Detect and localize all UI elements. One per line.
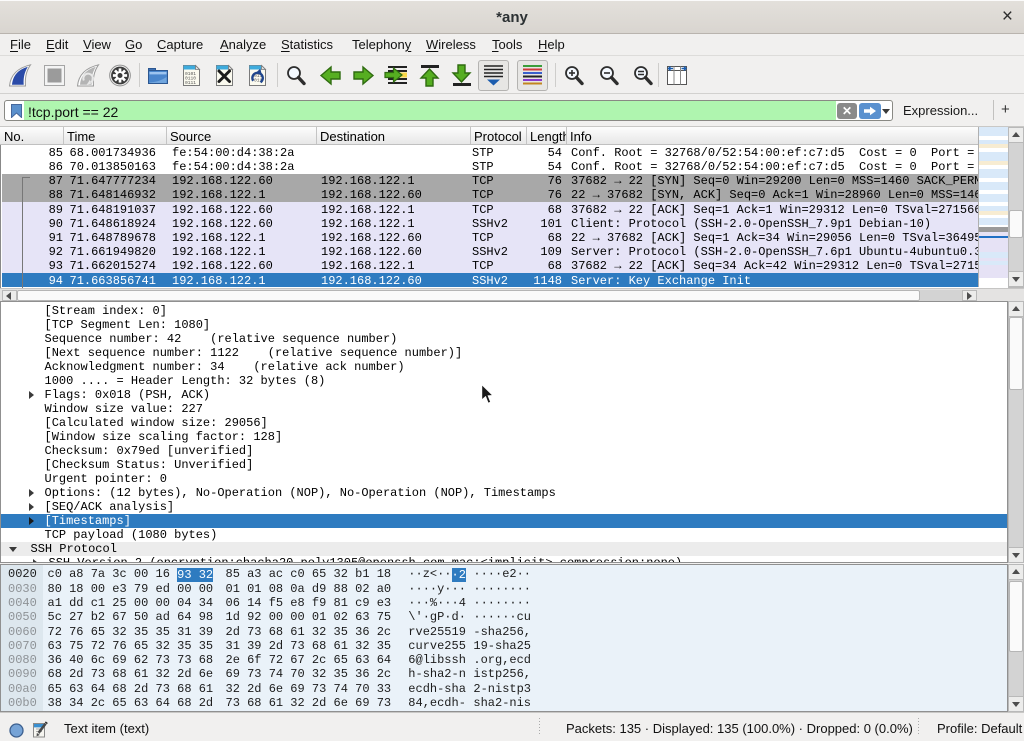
svg-text:0111: 0111 xyxy=(185,80,196,86)
